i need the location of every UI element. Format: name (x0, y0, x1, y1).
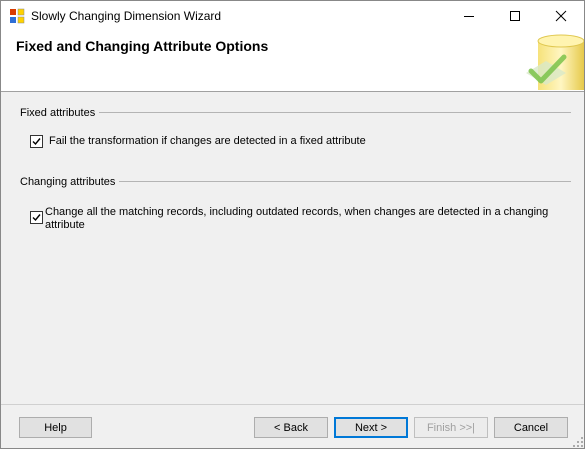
cancel-button-label: Cancel (513, 421, 549, 434)
checkmark-icon (32, 214, 41, 222)
database-check-icon (526, 34, 584, 90)
minimize-button[interactable] (446, 1, 492, 31)
finish-button-label: Finish >>| (426, 421, 476, 434)
checkmark-icon (32, 138, 41, 146)
title-bar[interactable]: Slowly Changing Dimension Wizard (1, 1, 584, 31)
changing-attributes-divider (119, 181, 571, 182)
wizard-window: Slowly Changing Dimension Wizard Fixed a… (0, 0, 585, 449)
help-button[interactable]: Help (19, 417, 92, 438)
change-all-matching-records-label-line1[interactable]: Change all the matching records, includi… (45, 206, 548, 218)
change-all-matching-records-label-line2[interactable]: attribute (45, 219, 85, 231)
minimize-icon (464, 16, 474, 17)
cancel-button[interactable]: Cancel (494, 417, 568, 438)
close-button[interactable] (538, 1, 584, 31)
fail-on-fixed-change-label[interactable]: Fail the transformation if changes are d… (49, 135, 366, 147)
next-button-label: Next > (354, 421, 388, 434)
fixed-attributes-divider (99, 112, 571, 113)
maximize-button[interactable] (492, 1, 538, 31)
help-button-label: Help (44, 421, 67, 434)
footer-divider (1, 404, 584, 405)
fail-on-fixed-change-checkbox[interactable] (30, 135, 43, 148)
changing-attributes-label: Changing attributes (20, 176, 116, 188)
close-icon (555, 10, 567, 22)
app-icon (10, 8, 25, 24)
back-button-label: < Back (274, 421, 308, 434)
page-title: Fixed and Changing Attribute Options (16, 38, 269, 54)
maximize-icon (510, 11, 520, 21)
change-all-matching-records-checkbox[interactable] (30, 211, 43, 224)
finish-button[interactable]: Finish >>| (414, 417, 488, 438)
resize-grip-icon[interactable] (572, 436, 584, 448)
window-title: Slowly Changing Dimension Wizard (31, 9, 222, 23)
wizard-header: Fixed and Changing Attribute Options (1, 31, 584, 92)
next-button[interactable]: Next > (334, 417, 408, 438)
back-button[interactable]: < Back (254, 417, 328, 438)
fixed-attributes-label: Fixed attributes (20, 107, 96, 119)
